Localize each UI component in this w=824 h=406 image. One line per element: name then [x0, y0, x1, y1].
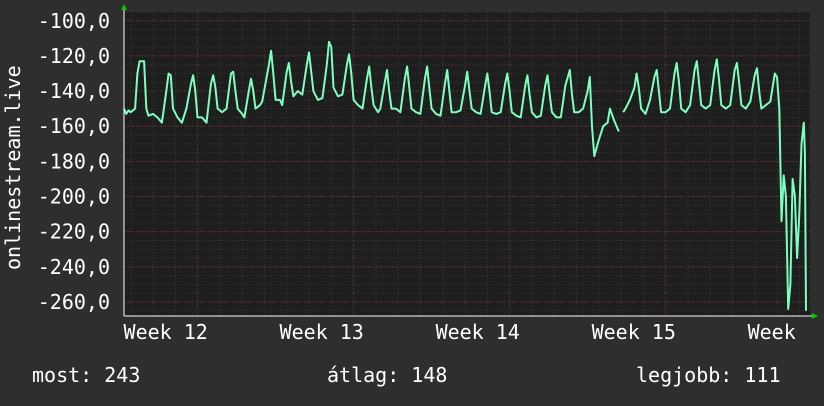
chart-container: -100,0 -120,0 -140,0 -160,0 -180,0 -200,0 -220… [0, 0, 824, 402]
current-value-label: most: 243 [32, 363, 140, 387]
y-tick-label: -260,0 [38, 290, 110, 314]
best-value-label: legjobb: 111 [636, 363, 781, 387]
y-tick-label: -220,0 [38, 220, 110, 244]
x-axis-arrow-icon [812, 313, 818, 319]
average-value-label: átlag: 148 [327, 363, 447, 387]
y-tick-label: -200,0 [38, 185, 110, 209]
x-tick-label: Week 12 [124, 320, 208, 344]
x-tick-label: Week 13 [280, 320, 364, 344]
x-tick-label: Week 14 [436, 320, 520, 344]
x-tick-labels: Week 12 Week 13 Week 14 Week 15 Week [124, 320, 796, 344]
plot-background [124, 12, 810, 316]
y-tick-label: -120,0 [38, 44, 110, 68]
y-tick-labels: -100,0 -120,0 -140,0 -160,0 -180,0 -200,0 -220… [38, 9, 110, 314]
y-axis-arrow-icon [121, 4, 127, 10]
y-tick-label: -140,0 [38, 79, 110, 103]
x-tick-label: Week [748, 320, 796, 344]
y-axis-label: onlinestream.live [1, 65, 25, 270]
line-chart: -100,0 -120,0 -140,0 -160,0 -180,0 -200,0 -220… [1, 4, 818, 387]
y-tick-label: -100,0 [38, 9, 110, 33]
x-tick-label: Week 15 [592, 320, 676, 344]
y-tick-label: -160,0 [38, 114, 110, 138]
y-tick-label: -240,0 [38, 255, 110, 279]
y-tick-label: -180,0 [38, 149, 110, 173]
